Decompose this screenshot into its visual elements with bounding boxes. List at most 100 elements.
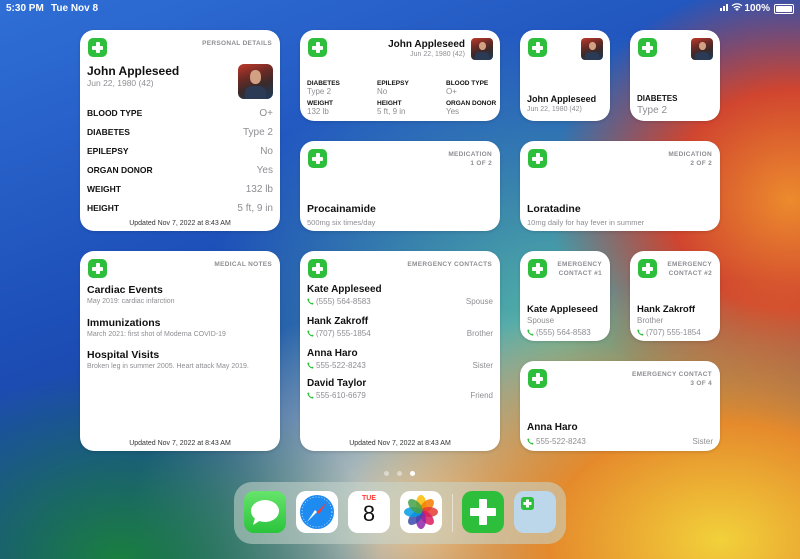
page-dot[interactable] xyxy=(384,471,389,476)
summary-cell: WEIGHT 132 lb xyxy=(307,100,333,116)
medication-widget-2[interactable]: MEDICATION 2 OF 2 Loratadine 10mg daily f… xyxy=(520,141,720,231)
medication-detail: 10mg daily for hay fever in summer xyxy=(527,218,645,227)
contact-name: Hank Zakroff xyxy=(637,304,696,315)
contact-name: Hank Zakroff xyxy=(307,316,369,327)
profile-dob: Jun 22, 1980 (42) xyxy=(410,51,465,58)
profile-name: John Appleseed xyxy=(388,39,465,50)
detail-row: EPILEPSY No xyxy=(87,146,273,160)
widget-tag: MEDICATION 1 OF 2 xyxy=(448,150,492,168)
contact-phone-number: 555-522-8243 xyxy=(536,437,586,446)
avatar xyxy=(238,64,273,99)
note-title: Immunizations xyxy=(87,317,161,329)
medication-widget-1[interactable]: MEDICATION 1 OF 2 Procainamide 500mg six … xyxy=(300,141,500,231)
contact-phone[interactable]: 555-522-8243 xyxy=(307,361,366,370)
phone-icon xyxy=(637,329,644,336)
summary-cell: DIABETES Type 2 xyxy=(307,80,340,96)
wifi-icon xyxy=(731,3,743,11)
summary-cell: EPILEPSY No xyxy=(377,80,409,96)
calendar-icon[interactable]: TUE 8 xyxy=(348,491,390,533)
page-dot[interactable] xyxy=(397,471,402,476)
detail-value: 132 lb xyxy=(245,184,273,195)
contact-relation: Spouse xyxy=(527,316,555,325)
contact-relation: Brother xyxy=(466,329,493,338)
detail-row: HEIGHT 5 ft, 9 in xyxy=(87,203,273,217)
safari-icon[interactable] xyxy=(296,491,338,533)
small-profile-widget[interactable]: John Appleseed Jun 22, 1980 (42) xyxy=(520,30,610,121)
detail-label: WEIGHT xyxy=(87,184,121,194)
medical-id-icon xyxy=(638,259,657,278)
summary-value: Type 2 xyxy=(307,87,332,96)
emergency-contact-3-widget[interactable]: EMERGENCY CONTACT 3 OF 4 Anna Haro 555-52… xyxy=(520,361,720,451)
page-dot-current[interactable] xyxy=(410,471,415,476)
phone-icon xyxy=(307,330,314,337)
summary-label: HEIGHT xyxy=(377,100,402,107)
small-diabetes-widget[interactable]: DIABETES Type 2 xyxy=(630,30,720,121)
widget-tag: PERSONAL DETAILS xyxy=(202,40,272,47)
contact-phone[interactable]: (555) 564-8583 xyxy=(527,328,591,337)
phone-icon xyxy=(527,438,534,445)
contact-name: Anna Haro xyxy=(527,422,578,433)
calendar-date: 8 xyxy=(362,501,376,526)
widget-tag-title: MEDICATION xyxy=(448,151,492,158)
phone-icon xyxy=(527,329,534,336)
photos-icon[interactable] xyxy=(400,491,442,533)
medical-id-icon xyxy=(528,259,547,278)
personal-details-widget[interactable]: PERSONAL DETAILS John Appleseed Jun 22, … xyxy=(80,30,280,231)
status-bar: 5:30 PM Tue Nov 8 100% xyxy=(0,0,800,16)
profile-name: John Appleseed xyxy=(527,94,597,104)
medication-name: Loratadine xyxy=(527,203,581,215)
diabetes-value: Type 2 xyxy=(637,105,668,116)
detail-label: ORGAN DONOR xyxy=(87,165,153,175)
detail-value: Type 2 xyxy=(242,127,273,138)
medical-id-icon xyxy=(638,38,657,57)
dock: TUE 8 xyxy=(234,482,566,544)
emergency-contacts-widget[interactable]: EMERGENCY CONTACTS Kate Appleseed (555) … xyxy=(300,251,500,451)
updated-timestamp: Updated Nov 7, 2022 at 8:43 AM xyxy=(129,440,231,447)
detail-value: O+ xyxy=(259,108,273,119)
contact-name: Anna Haro xyxy=(307,348,358,359)
medical-id-icon xyxy=(528,149,547,168)
contact-phone[interactable]: 555-610-6679 xyxy=(307,391,366,400)
messages-icon[interactable] xyxy=(244,491,286,533)
detail-value: Yes xyxy=(256,165,273,176)
summary-label: WEIGHT xyxy=(307,100,333,107)
note-detail: March 2021: first shot of Moderna COVID-… xyxy=(87,331,226,338)
widget-tag: EMERGENCY CONTACT #2 xyxy=(667,260,712,278)
detail-row: BLOOD TYPE O+ xyxy=(87,108,273,122)
status-time: 5:30 PM xyxy=(6,3,44,14)
emergency-contact-2-widget[interactable]: EMERGENCY CONTACT #2 Hank Zakroff Brother… xyxy=(630,251,720,341)
contact-phone[interactable]: (555) 564-8583 xyxy=(307,297,371,306)
detail-label: BLOOD TYPE xyxy=(87,108,143,118)
contact-phone-number: (555) 564-8583 xyxy=(316,297,371,306)
widget-tag-page: 1 OF 2 xyxy=(470,160,492,167)
summary-value: O+ xyxy=(446,87,457,96)
medical-id-icon xyxy=(88,259,107,278)
contact-phone[interactable]: 555-522-8243 xyxy=(527,437,586,446)
contact-relation: Friend xyxy=(470,391,493,400)
medical-id-icon[interactable] xyxy=(462,491,504,533)
summary-label: EPILEPSY xyxy=(377,80,409,87)
detail-label: DIABETES xyxy=(87,127,130,137)
contact-phone[interactable]: (707) 555-1854 xyxy=(307,329,371,338)
widget-tag: MEDICATION 2 OF 2 xyxy=(668,150,712,168)
medical-id-icon xyxy=(308,38,327,57)
medical-summary-widget[interactable]: John Appleseed Jun 22, 1980 (42) DIABETE… xyxy=(300,30,500,121)
contact-phone[interactable]: (707) 555-1854 xyxy=(637,328,701,337)
summary-label: DIABETES xyxy=(307,80,340,87)
battery-icon xyxy=(774,4,794,14)
detail-row: DIABETES Type 2 xyxy=(87,127,273,141)
contact-relation: Brother xyxy=(637,316,664,325)
medical-id-icon xyxy=(88,38,107,57)
dock-divider xyxy=(452,494,453,532)
contact-name: David Taylor xyxy=(307,378,367,389)
widget-app-icon[interactable] xyxy=(514,491,556,533)
medical-id-icon xyxy=(528,38,547,57)
contact-phone-number: (707) 555-1854 xyxy=(646,328,701,337)
medical-notes-widget[interactable]: MEDICAL NOTES Cardiac Events May 2019: c… xyxy=(80,251,280,451)
contact-phone-number: (707) 555-1854 xyxy=(316,329,371,338)
page-indicator[interactable] xyxy=(384,463,423,481)
profile-name: John Appleseed xyxy=(87,64,180,78)
emergency-contact-1-widget[interactable]: EMERGENCY CONTACT #1 Kate Appleseed Spous… xyxy=(520,251,610,341)
medication-detail: 500mg six times/day xyxy=(307,218,376,227)
cellular-icon xyxy=(720,4,728,11)
